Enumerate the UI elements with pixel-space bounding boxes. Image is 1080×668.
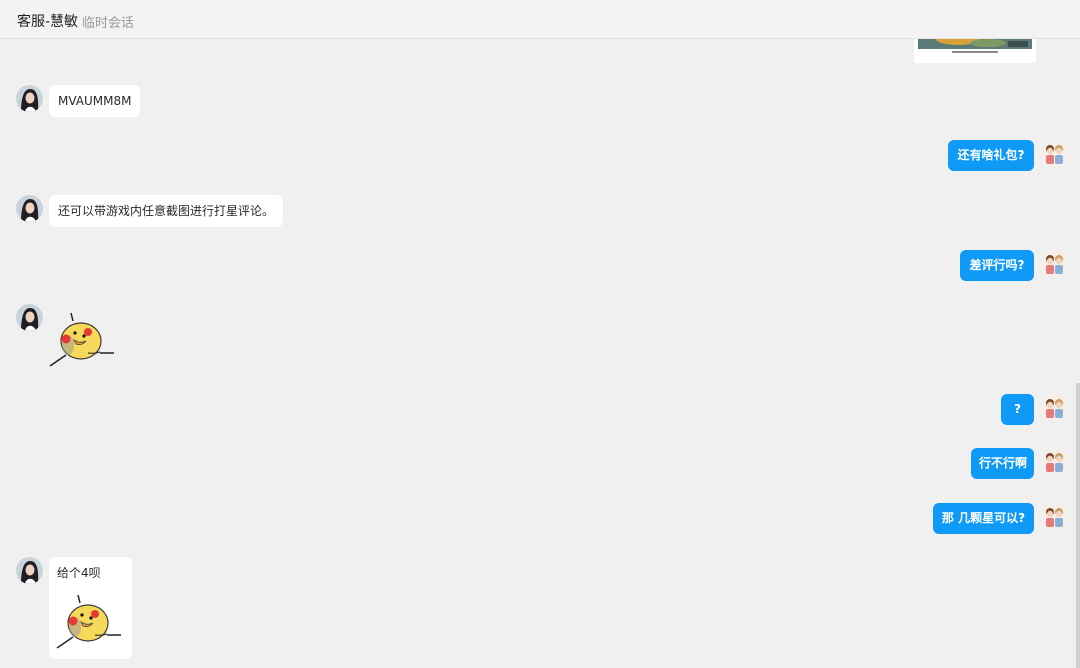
scrollbar[interactable] xyxy=(1076,383,1080,668)
game-screenshot-thumbnail xyxy=(918,39,1032,53)
outgoing-message[interactable]: ? xyxy=(1001,394,1034,425)
user-avatar[interactable] xyxy=(1041,448,1068,475)
woman-portrait-icon xyxy=(16,304,43,331)
cartoon-couple-icon xyxy=(1041,394,1068,421)
yellow-chick-sticker-icon xyxy=(56,594,121,649)
incoming-message[interactable]: 还可以带游戏内任意截图进行打星评论。 xyxy=(49,195,284,227)
shared-screenshot-image[interactable] xyxy=(914,39,1036,63)
outgoing-message[interactable]: 行不行啊 xyxy=(971,448,1034,479)
cartoon-couple-icon xyxy=(1041,503,1068,530)
session-type-label: 临时会话 xyxy=(82,16,135,31)
incoming-mixed-message[interactable]: 给个4呗 xyxy=(49,557,132,659)
message-list[interactable]: MVAUMM8M 还有啥礼包? 还可以带游戏内任意截图进行打星评论。 差评行吗?… xyxy=(0,39,1080,668)
cartoon-couple-icon xyxy=(1041,448,1068,475)
outgoing-message[interactable]: 差评行吗? xyxy=(960,250,1034,281)
agent-avatar[interactable] xyxy=(16,85,43,112)
user-avatar[interactable] xyxy=(1041,503,1068,530)
outgoing-message[interactable]: 那 几颗星可以? xyxy=(933,503,1034,534)
woman-portrait-icon xyxy=(16,557,43,584)
outgoing-message[interactable]: 还有啥礼包? xyxy=(948,140,1034,171)
woman-portrait-icon xyxy=(16,85,43,112)
chat-header: 客服-慧敏 临时会话 xyxy=(0,0,1080,39)
chat-window: 客服-慧敏 临时会话 MVAUMM8M 还有啥礼包? 还可以带游戏内任意截图进行… xyxy=(0,0,1080,668)
sticker-message[interactable] xyxy=(48,309,118,369)
incoming-message[interactable]: MVAUMM8M xyxy=(49,85,141,117)
woman-portrait-icon xyxy=(16,195,43,222)
contact-name[interactable]: 客服-慧敏 xyxy=(17,11,78,31)
user-avatar[interactable] xyxy=(1041,250,1068,277)
agent-avatar[interactable] xyxy=(16,304,43,331)
cartoon-couple-icon xyxy=(1041,140,1068,167)
user-avatar[interactable] xyxy=(1041,140,1068,167)
agent-avatar[interactable] xyxy=(16,195,43,222)
agent-avatar[interactable] xyxy=(16,557,43,584)
yellow-chick-sticker-icon xyxy=(49,312,114,367)
cartoon-couple-icon xyxy=(1041,250,1068,277)
user-avatar[interactable] xyxy=(1041,394,1068,421)
incoming-message-text: 给个4呗 xyxy=(57,566,101,580)
